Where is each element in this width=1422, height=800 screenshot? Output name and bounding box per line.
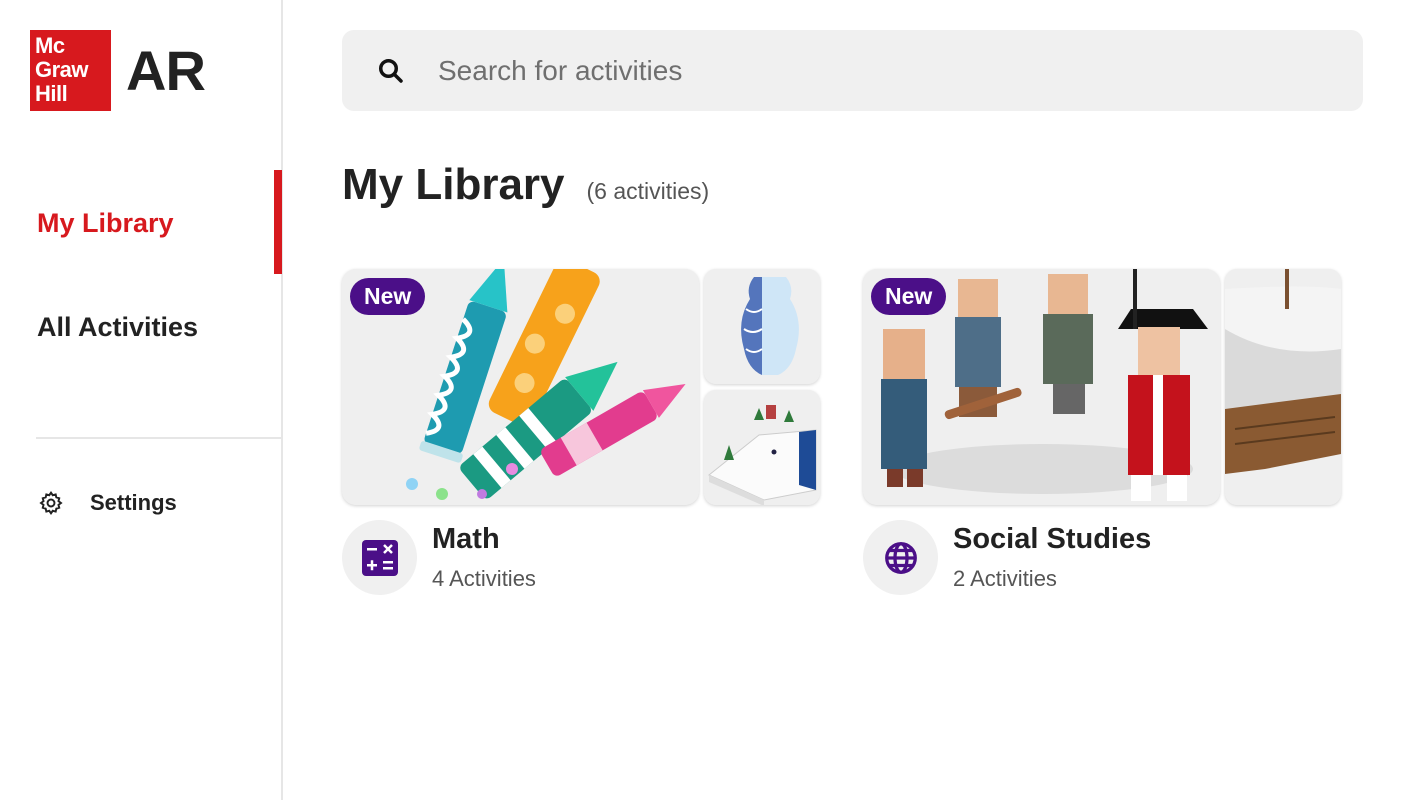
- social-thumbnail-ship[interactable]: [1225, 269, 1341, 505]
- card-title: Social Studies: [953, 523, 1152, 555]
- app-logo: Mc Graw Hill AR: [30, 30, 206, 111]
- card-text: Math 4 Activities: [432, 523, 536, 592]
- card-activity-count: 4 Activities: [432, 566, 536, 591]
- card-activity-count: 2 Activities: [953, 566, 1057, 591]
- gear-icon: [38, 490, 64, 516]
- sidebar-divider: [36, 437, 283, 439]
- math-thumbnail-ski-slope[interactable]: [704, 390, 820, 505]
- mcgraw-hill-logo: Mc Graw Hill: [30, 30, 111, 111]
- card-text: Social Studies 2 Activities: [953, 523, 1151, 592]
- math-thumbnail-vase[interactable]: [704, 269, 820, 384]
- card-info: Math 4 Activities: [342, 520, 536, 595]
- sidebar: Mc Graw Hill AR My Library All Activitie…: [0, 0, 283, 800]
- activity-count: (6 activities): [586, 178, 710, 204]
- search-bar[interactable]: [342, 30, 1363, 111]
- sidebar-item-my-library[interactable]: My Library: [37, 208, 174, 239]
- sidebar-item-settings[interactable]: Settings: [38, 490, 177, 516]
- math-category-icon-wrap: [342, 520, 417, 595]
- search-input[interactable]: [438, 54, 1238, 87]
- logo-suffix: AR: [126, 39, 206, 102]
- logo-line: Mc: [35, 33, 65, 58]
- card-title: Math: [432, 523, 500, 555]
- social-category-icon-wrap: [863, 520, 938, 595]
- logo-line: Hill: [35, 81, 68, 106]
- page-title: My Library: [342, 160, 565, 209]
- logo-line: Graw: [35, 57, 89, 82]
- math-operations-icon: [361, 539, 398, 576]
- globe-icon: [883, 540, 919, 576]
- new-badge: New: [350, 278, 426, 315]
- search-icon: [376, 56, 406, 86]
- sidebar-item-all-activities[interactable]: All Activities: [37, 312, 198, 343]
- library-heading: My Library (6 activities): [342, 160, 709, 210]
- new-badge: New: [871, 278, 947, 315]
- settings-label: Settings: [90, 490, 177, 515]
- active-nav-indicator: [274, 170, 282, 274]
- card-info: Social Studies 2 Activities: [863, 520, 1151, 595]
